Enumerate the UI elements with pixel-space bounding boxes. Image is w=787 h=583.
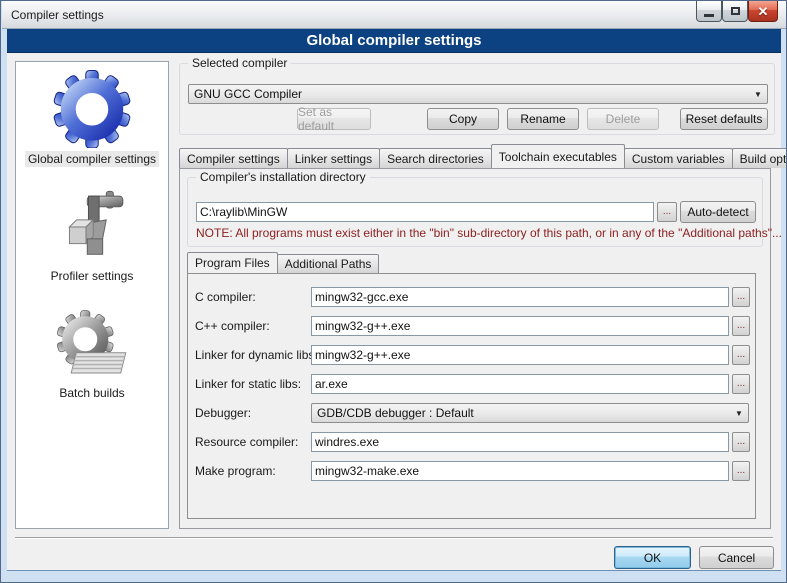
tab-program-files[interactable]: Program Files (187, 252, 278, 273)
installation-directory-group-label: Compiler's installation directory (196, 170, 370, 184)
chevron-down-icon: ▼ (749, 90, 767, 99)
field-row-c-compiler: C compiler: ... (195, 287, 751, 309)
close-icon: ✕ (758, 5, 769, 18)
debugger-select[interactable]: GDB/CDB debugger : Default ▼ (311, 403, 749, 423)
selected-compiler-group-label: Selected compiler (188, 56, 291, 70)
tab-toolchain-executables[interactable]: Toolchain executables (491, 144, 625, 168)
copy-button[interactable]: Copy (427, 108, 499, 130)
sidebar-item-label: Batch builds (56, 385, 127, 401)
installation-directory-group: Compiler's installation directory ... Au… (187, 177, 763, 247)
sidebar-item-label: Profiler settings (48, 268, 137, 284)
resource-compiler-label: Resource compiler: (195, 432, 298, 452)
maximize-button[interactable] (722, 1, 748, 22)
ok-button[interactable]: OK (614, 546, 691, 569)
sidebar-item-profiler-settings[interactable]: Profiler settings (48, 189, 137, 284)
cpp-compiler-browse-button[interactable]: ... (732, 316, 750, 336)
linker-dynamic-browse-button[interactable]: ... (732, 345, 750, 365)
compiler-settings-dialog: Compiler settings ✕ Global compiler sett… (0, 0, 787, 583)
blue-gear-icon (52, 68, 132, 148)
chevron-down-icon: ▼ (730, 409, 748, 418)
c-compiler-browse-button[interactable]: ... (732, 287, 750, 307)
set-as-default-button: Set as default (297, 108, 371, 130)
debugger-label: Debugger: (195, 403, 251, 423)
linker-static-input[interactable] (311, 374, 729, 394)
resource-compiler-input[interactable] (311, 432, 729, 452)
close-button[interactable]: ✕ (748, 1, 778, 22)
debugger-select-value: GDB/CDB debugger : Default (312, 406, 730, 420)
delete-button: Delete (587, 108, 659, 130)
sidebar-item-label: Global compiler settings (25, 151, 159, 167)
reset-defaults-button[interactable]: Reset defaults (680, 108, 768, 130)
profiler-caliper-icon (54, 189, 130, 265)
make-program-browse-button[interactable]: ... (732, 461, 750, 481)
tab-search-directories[interactable]: Search directories (379, 148, 492, 168)
field-row-cpp-compiler: C++ compiler: ... (195, 316, 751, 338)
field-row-linker-dynamic: Linker for dynamic libs: ... (195, 345, 751, 367)
make-program-input[interactable] (311, 461, 729, 481)
settings-sidebar: Global compiler settings Profiler settin… (15, 61, 169, 529)
dialog-header: Global compiler settings (7, 29, 781, 53)
minimize-button[interactable] (696, 1, 722, 22)
auto-detect-button[interactable]: Auto-detect (680, 201, 756, 223)
tab-compiler-settings[interactable]: Compiler settings (179, 148, 288, 168)
field-row-resource-compiler: Resource compiler: ... (195, 432, 751, 454)
minimize-icon (704, 14, 714, 17)
cpp-compiler-label: C++ compiler: (195, 316, 270, 336)
field-row-make-program: Make program: ... (195, 461, 751, 483)
batch-builds-icon (56, 310, 128, 382)
maximize-icon (731, 7, 740, 15)
tab-build-options[interactable]: Build options (732, 148, 787, 168)
footer-divider (15, 537, 773, 539)
tab-linker-settings[interactable]: Linker settings (287, 148, 380, 168)
settings-tabstrip: Compiler settings Linker settings Search… (179, 144, 771, 168)
linker-dynamic-label: Linker for dynamic libs: (195, 345, 318, 365)
selected-compiler-group: Selected compiler GNU GCC Compiler ▼ Set… (179, 63, 775, 135)
browse-directory-button[interactable]: ... (657, 202, 677, 222)
compiler-select[interactable]: GNU GCC Compiler ▼ (188, 84, 768, 104)
cancel-button[interactable]: Cancel (699, 546, 774, 569)
field-row-linker-static: Linker for static libs: ... (195, 374, 751, 396)
linker-static-browse-button[interactable]: ... (732, 374, 750, 394)
title-bar[interactable] (2, 1, 787, 29)
tab-additional-paths[interactable]: Additional Paths (277, 254, 380, 273)
c-compiler-label: C compiler: (195, 287, 256, 307)
linker-static-label: Linker for static libs: (195, 374, 301, 394)
linker-dynamic-input[interactable] (311, 345, 729, 365)
sidebar-item-batch-builds[interactable]: Batch builds (56, 310, 128, 401)
program-tabstrip: Program Files Additional Paths (187, 252, 378, 273)
installation-directory-input[interactable] (196, 202, 654, 222)
compiler-select-value: GNU GCC Compiler (189, 87, 749, 101)
bin-subdirectory-note: NOTE: All programs must exist either in … (196, 226, 782, 240)
resource-compiler-browse-button[interactable]: ... (732, 432, 750, 452)
make-program-label: Make program: (195, 461, 276, 481)
c-compiler-input[interactable] (311, 287, 729, 307)
cpp-compiler-input[interactable] (311, 316, 729, 336)
window-title: Compiler settings (11, 1, 104, 29)
page-title: Global compiler settings (306, 32, 481, 49)
rename-button[interactable]: Rename (507, 108, 579, 130)
sidebar-item-global-compiler-settings[interactable]: Global compiler settings (25, 68, 159, 167)
field-row-debugger: Debugger: GDB/CDB debugger : Default ▼ (195, 403, 751, 425)
tab-custom-variables[interactable]: Custom variables (624, 148, 733, 168)
